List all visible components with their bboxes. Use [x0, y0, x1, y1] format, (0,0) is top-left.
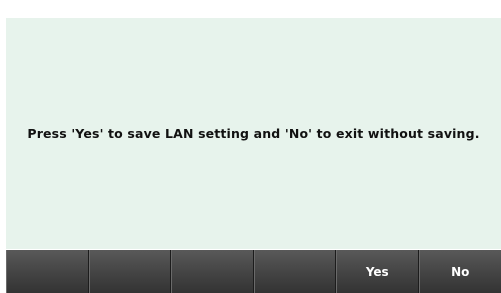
dialog-message: Press 'Yes' to save LAN setting and 'No'… [27, 126, 480, 141]
save-lan-dialog: Press 'Yes' to save LAN setting and 'No'… [6, 18, 501, 249]
softkey-3[interactable] [171, 250, 254, 293]
top-bar [0, 0, 501, 18]
yes-button[interactable]: Yes [336, 250, 419, 293]
softkey-2[interactable] [88, 250, 171, 293]
instrument-screen: Press 'Yes' to save LAN setting and 'No'… [0, 0, 501, 293]
softkey-4[interactable] [253, 250, 336, 293]
softkey-bar: Yes No [6, 250, 501, 293]
softkey-1[interactable] [6, 250, 89, 293]
no-button[interactable]: No [418, 250, 501, 293]
